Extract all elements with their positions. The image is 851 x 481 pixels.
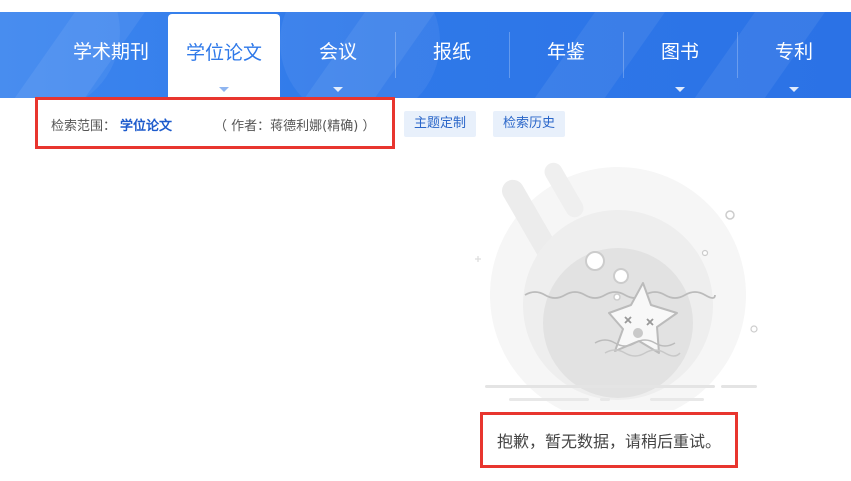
tab-newspaper[interactable]: 报纸 [396,12,508,98]
tab-label: 会议 [318,40,357,63]
tab-books[interactable]: 图书 [624,12,736,98]
tab-label: 学位论文 [185,41,262,64]
chevron-down-icon [333,87,343,92]
chevron-down-icon [789,87,799,92]
chevron-down-icon [219,87,229,92]
search-history-button[interactable]: 检索历史 [493,111,566,137]
scope-label: 检索范围： [51,119,117,134]
tab-label: 图书 [660,40,699,63]
top-strip [0,0,851,12]
empty-state-message: 抱歉，暂无数据，请稍后重试。 [496,432,721,451]
empty-state-illustration [475,162,758,410]
tab-theses[interactable]: 学位论文 [168,14,280,98]
tab-label: 报纸 [432,40,471,63]
tab-conference[interactable]: 会议 [282,12,394,98]
theme-custom-button[interactable]: 主题定制 [404,111,477,137]
tab-patents[interactable]: 专利 [738,12,850,98]
tab-label: 专利 [774,40,813,63]
tab-label: 年鉴 [546,40,585,63]
tab-journals[interactable]: 学术期刊 [55,12,167,98]
chevron-down-icon [675,87,685,92]
search-scope: 检索范围： 学位论文 （ 作者：蒋德利娜(精确) ） [51,115,375,134]
tab-yearbook[interactable]: 年鉴 [510,12,622,98]
tab-label: 学术期刊 [72,40,149,63]
scope-condition: （ 作者：蒋德利娜(精确) ） [214,119,376,134]
scope-value[interactable]: 学位论文 [120,119,172,134]
category-nav: 学术期刊 学位论文 会议 报纸 年鉴 图书 专利 [0,12,851,98]
